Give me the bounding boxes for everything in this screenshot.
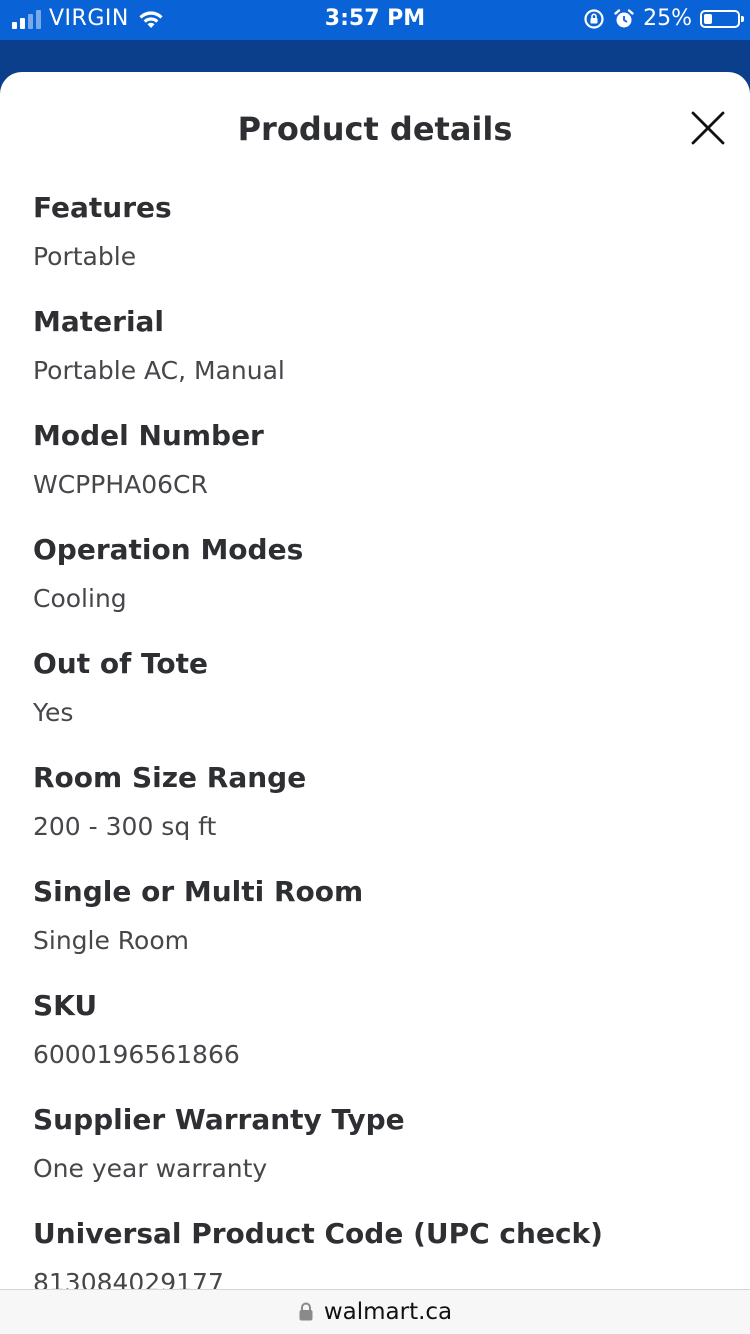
status-right: 25% <box>583 6 744 31</box>
detail-label: Room Size Range <box>33 761 307 794</box>
detail-item: Operation Modes Cooling <box>33 532 730 646</box>
detail-value: Single Room <box>33 926 189 955</box>
detail-label: SKU <box>33 989 98 1022</box>
detail-value: 813084029177 <box>33 1268 224 1290</box>
detail-item: Universal Product Code (UPC check) 81308… <box>33 1216 730 1290</box>
detail-item: Room Size Range 200 - 300 sq ft <box>33 760 730 874</box>
detail-value: Portable <box>33 242 137 271</box>
detail-label: Operation Modes <box>33 533 304 566</box>
close-icon <box>691 111 725 145</box>
status-bar: VIRGIN 3:57 PM 25% <box>0 0 750 40</box>
detail-value: Yes <box>33 698 74 727</box>
detail-label: Model Number <box>33 419 264 452</box>
detail-item: Model Number WCPPHA06CR <box>33 418 730 532</box>
detail-item: Single or Multi Room Single Room <box>33 874 730 988</box>
detail-label: Features <box>33 191 172 224</box>
detail-label: Single or Multi Room <box>33 875 364 908</box>
battery-percent: 25% <box>643 6 692 31</box>
detail-label: Universal Product Code (UPC check) <box>33 1217 603 1250</box>
detail-label: Supplier Warranty Type <box>33 1103 405 1136</box>
screen: VIRGIN 3:57 PM 25% Product details Featu… <box>0 0 750 1334</box>
detail-value: WCPPHA06CR <box>33 470 208 499</box>
battery-icon <box>700 9 744 28</box>
orientation-lock-icon <box>584 8 604 29</box>
browser-url-bar[interactable]: walmart.ca <box>0 1289 750 1334</box>
battery-level <box>704 13 712 24</box>
detail-value: 6000196561866 <box>33 1040 240 1069</box>
detail-label: Material <box>33 305 165 338</box>
details-list: Features Portable Material Portable AC, … <box>33 190 730 1290</box>
detail-label: Out of Tote <box>33 647 209 680</box>
url-domain: walmart.ca <box>323 1299 453 1325</box>
detail-value: 200 - 300 sq ft <box>33 812 217 841</box>
detail-item: Out of Tote Yes <box>33 646 730 760</box>
detail-item: Material Portable AC, Manual <box>33 304 730 418</box>
alarm-icon <box>614 8 634 27</box>
detail-value: Cooling <box>33 584 127 613</box>
close-button[interactable] <box>690 110 726 146</box>
sheet-title: Product details <box>237 110 513 148</box>
detail-item: Features Portable <box>33 190 730 304</box>
detail-value: Portable AC, Manual <box>33 356 285 385</box>
detail-value: One year warranty <box>33 1154 268 1183</box>
product-details-sheet: Product details Features Portable Materi… <box>0 72 750 1290</box>
detail-item: SKU 6000196561866 <box>33 988 730 1102</box>
lock-icon <box>299 1302 313 1321</box>
detail-item: Supplier Warranty Type One year warranty <box>33 1102 730 1216</box>
